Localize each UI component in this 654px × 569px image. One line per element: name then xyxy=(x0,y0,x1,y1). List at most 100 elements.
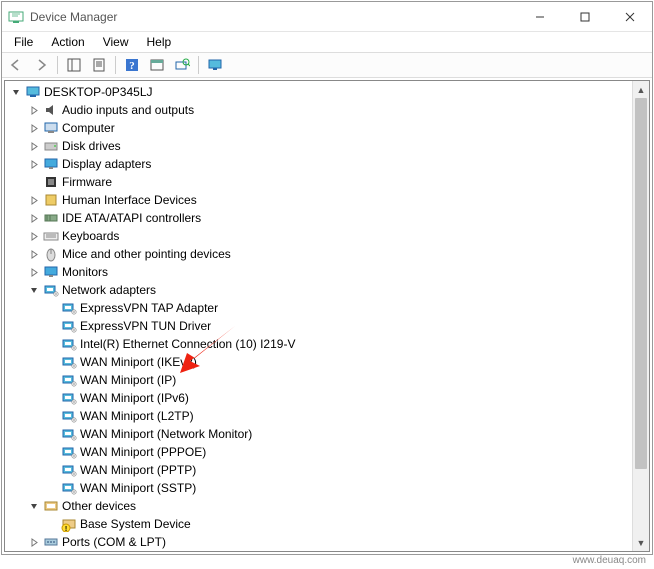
toolbar: ? xyxy=(2,52,652,78)
forward-button[interactable] xyxy=(29,54,53,76)
expander-icon[interactable] xyxy=(27,268,42,277)
scroll-thumb[interactable] xyxy=(635,98,647,469)
scroll-up-button[interactable]: ▲ xyxy=(633,81,649,98)
expander-icon[interactable] xyxy=(9,88,24,97)
tree-node-label: Firmware xyxy=(62,175,112,189)
tree-node-label: Network adapters xyxy=(62,283,156,297)
tree-row-cat-10-child-8[interactable]: WAN Miniport (PPPOE) xyxy=(5,443,632,461)
show-hide-console-tree-button[interactable] xyxy=(62,54,86,76)
computer-icon xyxy=(42,120,60,136)
network-icon xyxy=(60,372,78,388)
tree-row-cat-10-child-0[interactable]: ExpressVPN TAP Adapter xyxy=(5,299,632,317)
tree-row-cat-10[interactable]: Network adapters xyxy=(5,281,632,299)
expander-icon[interactable] xyxy=(27,538,42,547)
expander-icon[interactable] xyxy=(27,142,42,151)
tree-row-cat-10-child-6[interactable]: WAN Miniport (L2TP) xyxy=(5,407,632,425)
tree-row-cat-0[interactable]: Audio inputs and outputs xyxy=(5,101,632,119)
tree-row-root[interactable]: DESKTOP-0P345LJ xyxy=(5,83,632,101)
expander-icon[interactable] xyxy=(27,106,42,115)
expander-icon[interactable] xyxy=(27,232,42,241)
expander-icon[interactable] xyxy=(27,214,42,223)
tree-row-cat-5[interactable]: Human Interface Devices xyxy=(5,191,632,209)
expander-icon[interactable] xyxy=(27,196,42,205)
window-title: Device Manager xyxy=(30,10,517,24)
tree-row-cat-10-child-2[interactable]: Intel(R) Ethernet Connection (10) I219-V xyxy=(5,335,632,353)
minimize-button[interactable] xyxy=(517,2,562,31)
expander-icon[interactable] xyxy=(27,502,42,511)
tree-row-cat-10-child-7[interactable]: WAN Miniport (Network Monitor) xyxy=(5,425,632,443)
back-button[interactable] xyxy=(4,54,28,76)
network-icon xyxy=(60,444,78,460)
network-icon xyxy=(60,390,78,406)
tree-node-label: WAN Miniport (IKEv2) xyxy=(80,355,197,369)
tree-row-cat-10-child-4[interactable]: WAN Miniport (IP) xyxy=(5,371,632,389)
titlebar: Device Manager xyxy=(2,2,652,32)
tree-node-label: Disk drives xyxy=(62,139,121,153)
menu-view[interactable]: View xyxy=(95,33,137,51)
tree-row-cat-4[interactable]: Firmware xyxy=(5,173,632,191)
device-view-button[interactable] xyxy=(203,54,227,76)
tree-node-label: Intel(R) Ethernet Connection (10) I219-V xyxy=(80,337,295,351)
tree-row-cat-9[interactable]: Monitors xyxy=(5,263,632,281)
tree-row-cat-11[interactable]: Other devices xyxy=(5,497,632,515)
tree-row-cat-11-child-0[interactable]: ! Base System Device xyxy=(5,515,632,533)
network-icon xyxy=(42,282,60,298)
content-area: DESKTOP-0P345LJ Audio inputs and outputs… xyxy=(4,80,650,552)
expander-icon[interactable] xyxy=(27,160,42,169)
tree-row-cat-10-child-5[interactable]: WAN Miniport (IPv6) xyxy=(5,389,632,407)
properties-button[interactable] xyxy=(87,54,111,76)
scroll-track[interactable] xyxy=(633,98,649,534)
tree-node-label: Computer xyxy=(62,121,115,135)
expander-icon[interactable] xyxy=(27,286,42,295)
monitor-icon xyxy=(42,264,60,280)
tree-row-cat-3[interactable]: Display adapters xyxy=(5,155,632,173)
menu-file[interactable]: File xyxy=(6,33,41,51)
tree-node-label: Other devices xyxy=(62,499,136,513)
tree-row-cat-7[interactable]: Keyboards xyxy=(5,227,632,245)
tree-row-cat-2[interactable]: Disk drives xyxy=(5,137,632,155)
menu-help[interactable]: Help xyxy=(139,33,180,51)
help-button[interactable]: ? xyxy=(120,54,144,76)
vertical-scrollbar[interactable]: ▲ ▼ xyxy=(632,81,649,551)
mouse-icon xyxy=(42,246,60,262)
tree-node-label: WAN Miniport (IPv6) xyxy=(80,391,189,405)
tree-row-cat-6[interactable]: IDE ATA/ATAPI controllers xyxy=(5,209,632,227)
device-manager-window: Device Manager File Action View Help ? D… xyxy=(1,1,653,555)
tree-row-cat-10-child-10[interactable]: WAN Miniport (SSTP) xyxy=(5,479,632,497)
hid-icon xyxy=(42,192,60,208)
action-button[interactable] xyxy=(145,54,169,76)
ports-icon xyxy=(42,534,60,550)
menu-action[interactable]: Action xyxy=(43,33,92,51)
network-icon xyxy=(60,336,78,352)
maximize-button[interactable] xyxy=(562,2,607,31)
tree-node-label: WAN Miniport (IP) xyxy=(80,373,176,387)
tree-node-label: Human Interface Devices xyxy=(62,193,197,207)
tree-node-label: WAN Miniport (PPPOE) xyxy=(80,445,206,459)
audio-icon xyxy=(42,102,60,118)
tree-node-label: DESKTOP-0P345LJ xyxy=(44,85,153,99)
tree-node-label: IDE ATA/ATAPI controllers xyxy=(62,211,201,225)
scan-hardware-button[interactable] xyxy=(170,54,194,76)
tree-row-cat-1[interactable]: Computer xyxy=(5,119,632,137)
tree-node-label: Display adapters xyxy=(62,157,151,171)
tree-row-cat-10-child-3[interactable]: WAN Miniport (IKEv2) xyxy=(5,353,632,371)
network-icon xyxy=(60,318,78,334)
toolbar-separator xyxy=(115,56,116,74)
tree-row-cat-10-child-1[interactable]: ExpressVPN TUN Driver xyxy=(5,317,632,335)
tree-node-label: ExpressVPN TAP Adapter xyxy=(80,301,218,315)
display-icon xyxy=(42,156,60,172)
expander-icon[interactable] xyxy=(27,124,42,133)
tree-row-cat-12[interactable]: Ports (COM & LPT) xyxy=(5,533,632,551)
tree-row-cat-8[interactable]: Mice and other pointing devices xyxy=(5,245,632,263)
ide-icon xyxy=(42,210,60,226)
device-tree[interactable]: DESKTOP-0P345LJ Audio inputs and outputs… xyxy=(5,81,632,551)
watermark: www.deuaq.com xyxy=(573,555,646,566)
tree-node-label: WAN Miniport (L2TP) xyxy=(80,409,194,423)
tree-row-cat-10-child-9[interactable]: WAN Miniport (PPTP) xyxy=(5,461,632,479)
close-button[interactable] xyxy=(607,2,652,31)
window-buttons xyxy=(517,2,652,31)
menubar: File Action View Help xyxy=(2,32,652,52)
scroll-down-button[interactable]: ▼ xyxy=(633,534,649,551)
tree-node-label: ExpressVPN TUN Driver xyxy=(80,319,211,333)
expander-icon[interactable] xyxy=(27,250,42,259)
